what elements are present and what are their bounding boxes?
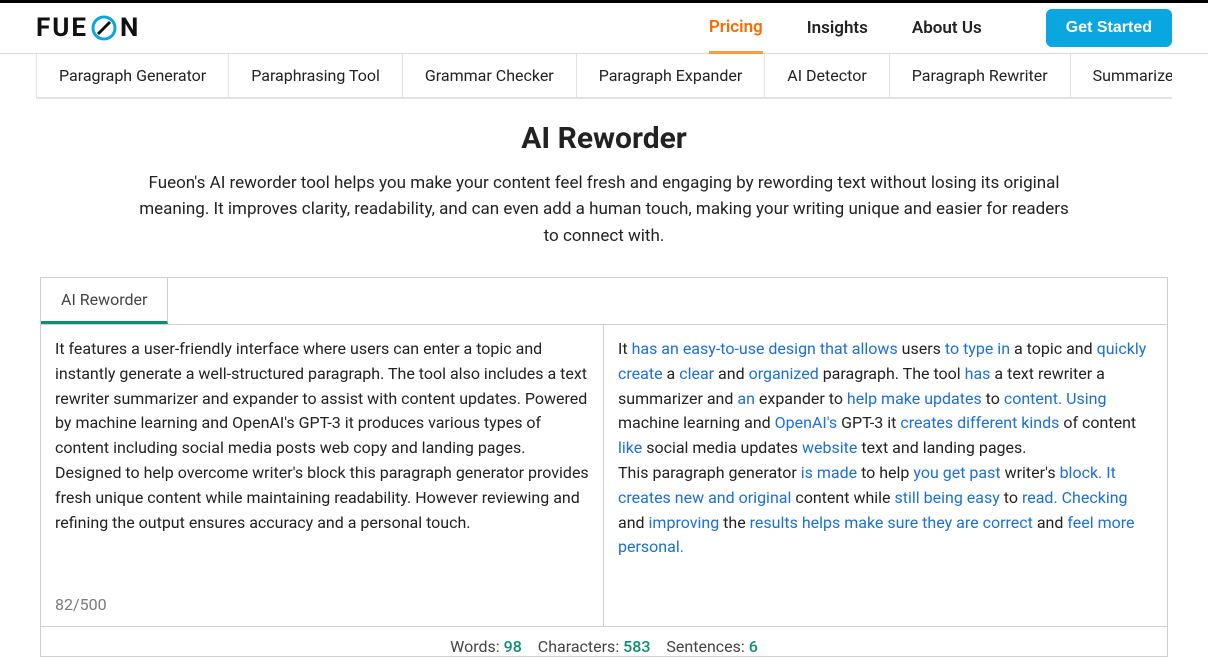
- output-column: It has an easy-to-use design that allows…: [604, 325, 1167, 626]
- logo[interactable]: FUE N: [36, 13, 140, 43]
- logo-text-post: N: [120, 13, 140, 43]
- input-column[interactable]: It features a user-friendly interface wh…: [41, 325, 604, 626]
- words-value: 98: [504, 637, 522, 656]
- reworder-panel: AI Reworder It features a user-friendly …: [40, 277, 1168, 657]
- topbar: FUE N Pricing Insights About Us Get Star…: [0, 0, 1208, 54]
- input-text[interactable]: It features a user-friendly interface wh…: [55, 337, 589, 535]
- chars-value: 583: [623, 637, 650, 656]
- tool-paragraph-rewriter[interactable]: Paragraph Rewriter: [889, 54, 1071, 98]
- tool-ai-detector[interactable]: AI Detector: [764, 54, 889, 98]
- tab-ai-reworder[interactable]: AI Reworder: [41, 278, 168, 324]
- nav-insights[interactable]: Insights: [807, 4, 868, 52]
- panel-tabs: AI Reworder: [41, 278, 1167, 324]
- chars-label: Characters:: [538, 637, 623, 656]
- logo-text-pre: FUE: [36, 13, 88, 43]
- panel-body: It features a user-friendly interface wh…: [41, 324, 1167, 626]
- output-paragraph-1: It has an easy-to-use design that allows…: [618, 337, 1153, 461]
- tool-paraphrasing[interactable]: Paraphrasing Tool: [228, 54, 403, 98]
- tool-paragraph-expander[interactable]: Paragraph Expander: [576, 54, 766, 98]
- output-paragraph-2: This paragraph generator is made to help…: [618, 461, 1153, 560]
- tools-row: Paragraph Generator Paraphrasing Tool Gr…: [36, 54, 1172, 99]
- main-nav: Pricing Insights About Us Get Started: [709, 3, 1172, 54]
- words-label: Words:: [450, 637, 503, 656]
- nav-about[interactable]: About Us: [912, 4, 982, 52]
- output-stats: Words: 98 Characters: 583 Sentences: 6: [41, 626, 1167, 656]
- word-counter: 82/500: [55, 593, 589, 618]
- page-description: Fueon's AI reworder tool helps you make …: [139, 170, 1069, 249]
- sentences-label: Sentences:: [666, 637, 748, 656]
- tool-grammar-checker[interactable]: Grammar Checker: [402, 54, 577, 98]
- nav-pricing[interactable]: Pricing: [709, 3, 763, 54]
- get-started-button[interactable]: Get Started: [1046, 9, 1172, 47]
- logo-icon: [90, 14, 118, 42]
- tool-paragraph-generator[interactable]: Paragraph Generator: [36, 54, 229, 98]
- hero: AI Reworder Fueon's AI reworder tool hel…: [0, 99, 1208, 267]
- tool-summarizer[interactable]: Summarizer: [1070, 54, 1172, 98]
- page-title: AI Reworder: [0, 121, 1208, 156]
- sentences-value: 6: [749, 637, 758, 656]
